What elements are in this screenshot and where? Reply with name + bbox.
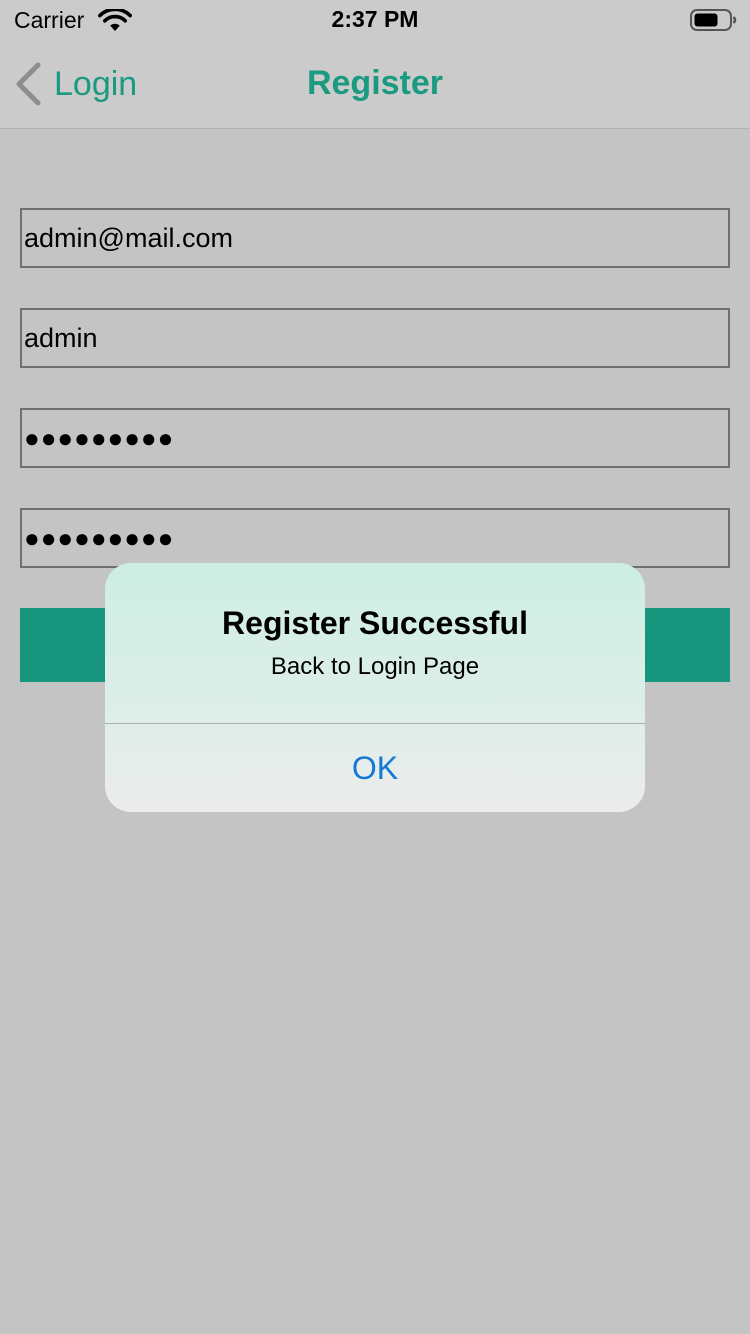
password-field[interactable]: ●●●●●●●●● <box>20 408 730 468</box>
email-field[interactable]: admin@mail.com <box>20 208 730 268</box>
alert-dialog: Register Successful Back to Login Page O… <box>105 563 645 812</box>
confirm-password-field[interactable]: ●●●●●●●●● <box>20 508 730 568</box>
battery-icon <box>690 9 737 31</box>
confirm-password-field-value: ●●●●●●●●● <box>24 523 175 553</box>
username-field-value: admin <box>24 323 98 353</box>
email-field-value: admin@mail.com <box>24 223 233 253</box>
alert-ok-button[interactable]: OK <box>105 724 645 812</box>
alert-message: Back to Login Page <box>270 653 480 680</box>
alert-title: Register Successful <box>222 605 528 641</box>
status-bar: Carrier 2:37 PM <box>0 0 750 40</box>
username-field[interactable]: admin <box>20 308 730 368</box>
clock-time: 2:37 PM <box>331 6 419 32</box>
nav-bar: Login Register <box>0 40 750 129</box>
page-title: Register <box>306 64 444 102</box>
password-field-value: ●●●●●●●●● <box>24 423 175 453</box>
